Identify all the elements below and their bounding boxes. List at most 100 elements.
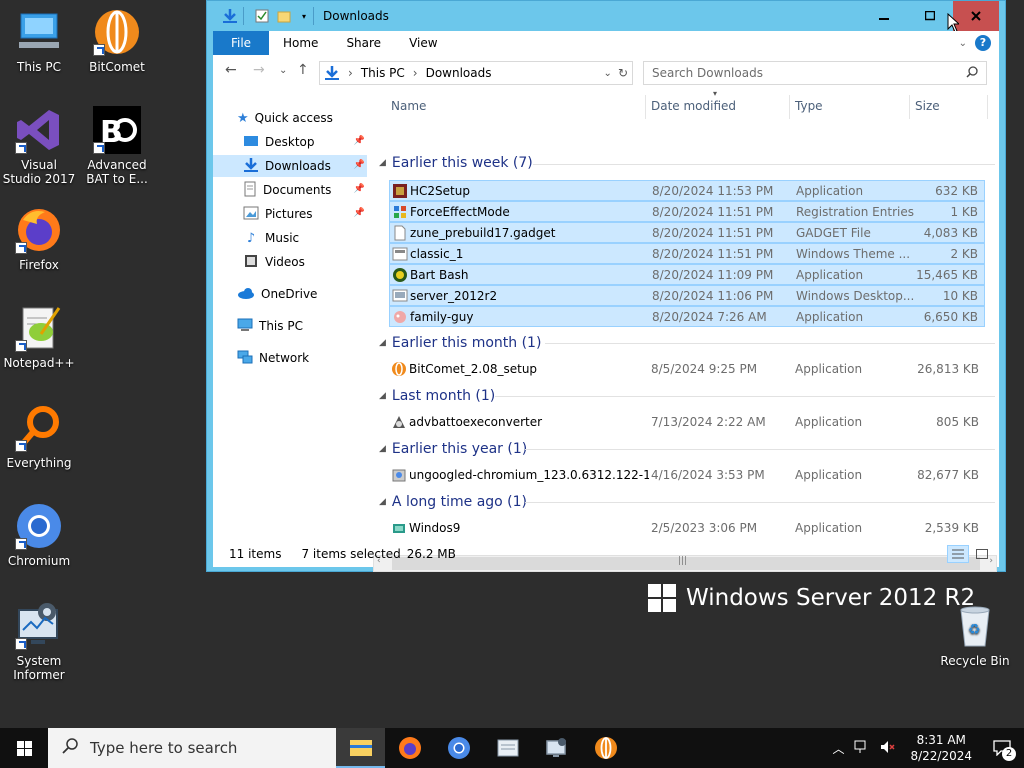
taskbar-system-informer[interactable] [532, 728, 581, 768]
nav-downloads[interactable]: Downloads 📌 [213, 155, 367, 177]
taskbar-notepad[interactable] [483, 728, 532, 768]
customize-qat-icon[interactable]: ▾ [295, 7, 313, 25]
file-row[interactable]: ForceEffectMode 8/20/2024 11:51 PM Regis… [389, 201, 985, 222]
group-header[interactable]: ◢ A long time ago (1) [379, 492, 527, 512]
file-row[interactable]: family-guy 8/20/2024 7:26 AM Application… [389, 306, 985, 327]
windows-app-icon [391, 520, 407, 536]
desktop-icon-bitcomet[interactable]: BitComet [80, 8, 154, 74]
group-divider [495, 396, 995, 397]
file-name: Windos9 [409, 521, 461, 535]
file-row[interactable]: advbattoexeconverter 7/13/2024 2:22 AM A… [389, 412, 985, 433]
desktop-icon-visual-studio[interactable]: Visual Studio 2017 [2, 106, 76, 186]
column-type[interactable]: Type [795, 99, 823, 119]
file-row[interactable]: BitComet_2.08_setup 8/5/2024 9:25 PM App… [389, 359, 985, 380]
back-arrow-icon[interactable]: ← [225, 62, 237, 78]
windows-logo-icon [648, 584, 676, 612]
taskbar-chromium[interactable] [434, 728, 483, 768]
nav-documents[interactable]: Documents 📌 [243, 179, 367, 201]
title-bar[interactable]: ▾ Downloads [207, 1, 1005, 33]
column-date-modified[interactable]: Date modified [651, 99, 736, 119]
new-folder-icon[interactable] [275, 7, 293, 25]
nav-this-pc[interactable]: This PC [237, 315, 303, 337]
file-row[interactable]: zune_prebuild17.gadget 8/20/2024 11:51 P… [389, 222, 985, 243]
taskbar-firefox[interactable] [385, 728, 434, 768]
desktop-icon-chromium[interactable]: Chromium [2, 502, 76, 568]
taskbar-clock[interactable]: 8:31 AM 8/22/2024 [902, 732, 980, 764]
desktop-icon-firefox[interactable]: Firefox [2, 206, 76, 272]
search-box[interactable]: Search Downloads [643, 61, 987, 85]
collapse-triangle-icon[interactable]: ◢ [379, 391, 386, 401]
desktop-icon-everything[interactable]: Everything [2, 404, 76, 470]
properties-icon[interactable] [253, 7, 271, 25]
pin-icon: 📌 [353, 184, 365, 194]
nav-pictures[interactable]: Pictures 📌 [243, 203, 367, 225]
taskbar-search-box[interactable]: Type here to search [48, 728, 336, 768]
start-button[interactable] [0, 728, 48, 768]
address-dropdown-icon[interactable]: ⌄ [604, 68, 612, 79]
recent-locations-icon[interactable]: ⌄ [279, 65, 287, 76]
collapse-triangle-icon[interactable]: ◢ [379, 444, 386, 454]
column-name[interactable]: Name [391, 99, 426, 119]
group-header[interactable]: ◢ Last month (1) [379, 386, 495, 406]
bitcomet-icon [391, 361, 407, 377]
up-arrow-icon[interactable]: ↑ [297, 62, 309, 78]
action-center-button[interactable]: 2 [980, 728, 1024, 768]
group-header[interactable]: ◢ Earlier this year (1) [379, 439, 527, 459]
nav-network[interactable]: Network [237, 347, 309, 369]
address-bar[interactable]: › This PC › Downloads ⌄ ↻ [319, 61, 633, 85]
taskbar-bitcomet[interactable] [581, 728, 630, 768]
selected-size: 26.2 MB [406, 547, 456, 561]
desktop-icon-system-informer[interactable]: System Informer [2, 602, 76, 682]
file-row[interactable]: Bart Bash 8/20/2024 11:09 PM Application… [389, 264, 985, 285]
file-date: 8/20/2024 11:09 PM [652, 268, 774, 282]
file-row[interactable]: server_2012r2 8/20/2024 11:06 PM Windows… [389, 285, 985, 306]
forward-arrow-icon[interactable]: → [253, 62, 265, 78]
file-row[interactable]: HC2Setup 8/20/2024 11:53 PM Application … [389, 180, 985, 201]
details-view-icon[interactable] [947, 545, 969, 563]
desktop-icon-label: Everything [6, 456, 72, 470]
column-divider[interactable] [645, 95, 646, 119]
desktop-icon-this-pc[interactable]: This PC [2, 8, 76, 74]
file-date: 8/20/2024 11:51 PM [652, 205, 774, 219]
volume-muted-icon[interactable] [874, 740, 902, 757]
nav-videos[interactable]: Videos [243, 251, 305, 273]
expand-ribbon-icon[interactable]: ⌄ [959, 38, 967, 49]
nav-quick-access[interactable]: ★ Quick access [237, 107, 333, 129]
collapse-triangle-icon[interactable]: ◢ [379, 158, 386, 168]
column-divider[interactable] [789, 95, 790, 119]
nav-music[interactable]: ♪ Music [243, 227, 299, 249]
breadcrumb-downloads[interactable]: Downloads [426, 66, 492, 80]
file-row[interactable]: ungoogled-chromium_123.0.6312.122-1.... … [389, 465, 985, 486]
help-button[interactable]: ? [975, 35, 991, 51]
videos-folder-icon [243, 254, 259, 271]
nav-onedrive[interactable]: OneDrive [237, 283, 317, 305]
group-divider [545, 343, 995, 344]
file-row[interactable]: Windos9 2/5/2023 3:06 PM Application 2,5… [389, 518, 985, 539]
tab-home[interactable]: Home [269, 31, 332, 55]
file-name: classic_1 [410, 247, 464, 261]
collapse-triangle-icon[interactable]: ◢ [379, 497, 386, 507]
taskbar-file-explorer[interactable] [336, 728, 385, 768]
file-row[interactable]: classic_1 8/20/2024 11:51 PM Windows The… [389, 243, 985, 264]
column-divider[interactable] [909, 95, 910, 119]
desktop-icon-notepadpp[interactable]: Notepad++ [2, 304, 76, 370]
column-size[interactable]: Size [915, 99, 940, 119]
group-header[interactable]: ◢ Earlier this week (7) [379, 153, 533, 173]
download-folder-icon [243, 157, 259, 176]
nav-desktop[interactable]: Desktop 📌 [243, 131, 367, 153]
show-hidden-icons-chevron-icon[interactable]: ︿ [826, 740, 850, 757]
tab-view[interactable]: View [395, 31, 451, 55]
column-divider[interactable] [987, 95, 988, 119]
collapse-triangle-icon[interactable]: ◢ [379, 338, 386, 348]
breadcrumb-this-pc[interactable]: This PC [361, 66, 405, 80]
tab-share[interactable]: Share [332, 31, 395, 55]
theme-file-icon [392, 246, 408, 262]
close-button[interactable] [953, 1, 999, 31]
group-header[interactable]: ◢ Earlier this month (1) [379, 333, 541, 353]
minimize-button[interactable] [861, 1, 907, 31]
refresh-icon[interactable]: ↻ [618, 66, 628, 80]
tab-file[interactable]: File [213, 31, 269, 55]
desktop-icon-advanced-bat[interactable]: B Advanced BAT to E... [80, 106, 154, 186]
network-status-icon[interactable] [850, 740, 874, 757]
large-icons-view-icon[interactable] [973, 545, 991, 563]
